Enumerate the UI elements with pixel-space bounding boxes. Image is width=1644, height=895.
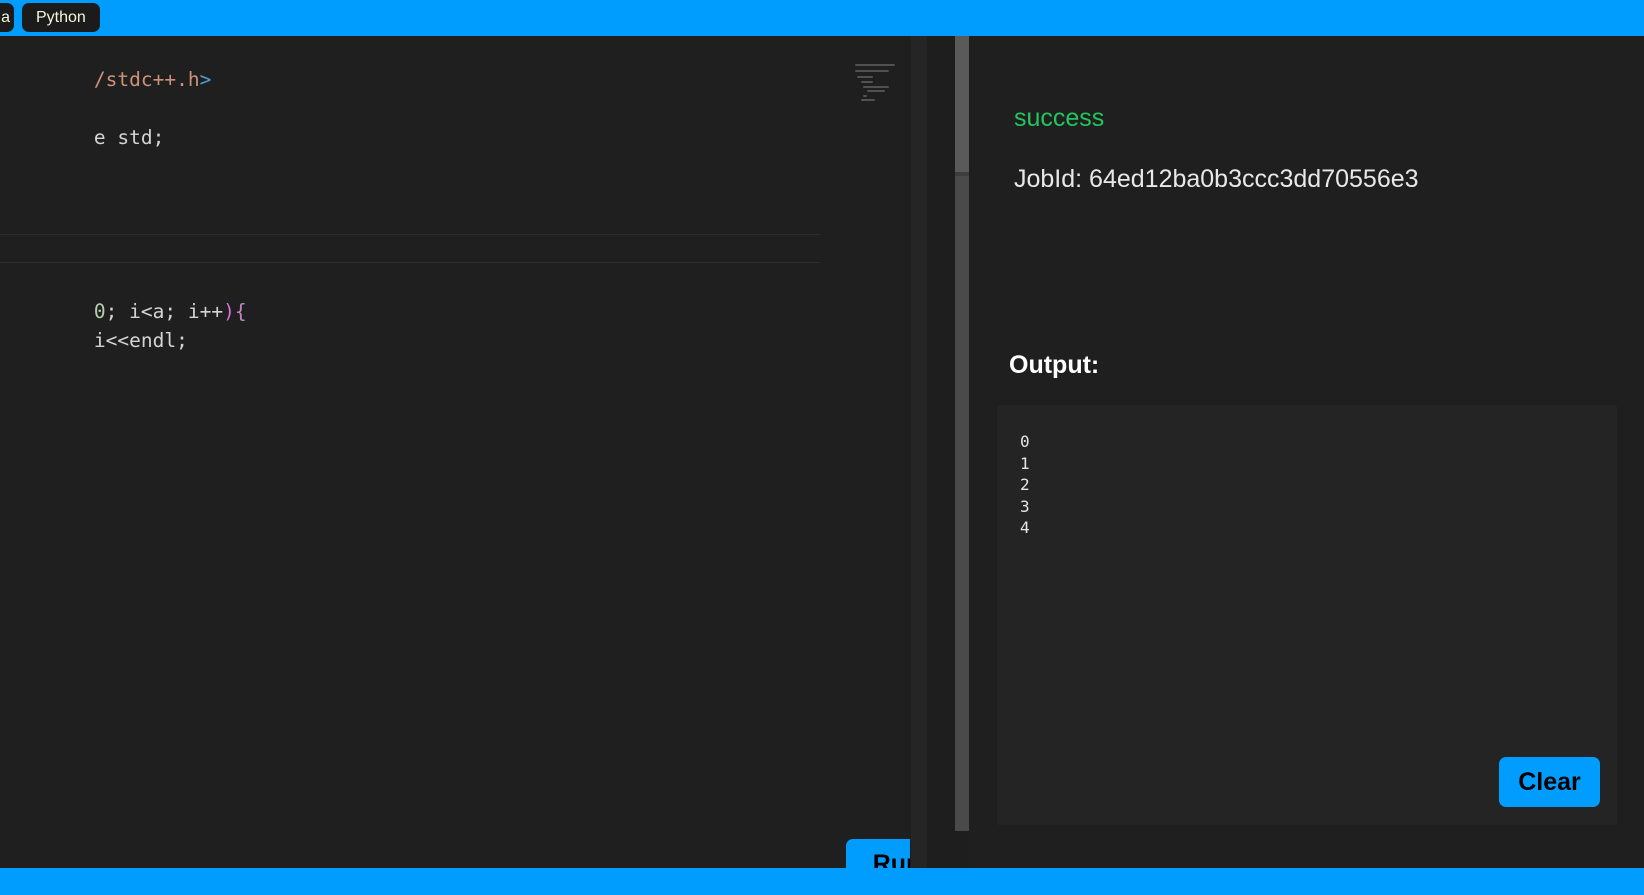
code-line: /stdc++.h> [0, 36, 211, 91]
code-content[interactable]: /stdc++.h> e std; 0; i<a; i++){ i<<endl; [0, 36, 860, 352]
code-token: > [199, 68, 212, 91]
language-tab-clipped[interactable]: a [0, 3, 14, 32]
code-token: i<<endl; [93, 329, 188, 352]
language-tab-python[interactable]: Python [22, 3, 100, 32]
scrollbar-track-lower[interactable] [955, 176, 969, 831]
code-token: /stdc++.h [93, 68, 200, 91]
code-line: e std; [0, 94, 164, 149]
top-bar: a Python [0, 0, 1644, 36]
editor-minimap[interactable] [855, 64, 903, 102]
output-heading: Output: [1009, 351, 1100, 379]
run-button[interactable]: Run [846, 839, 910, 868]
code-editor-pane[interactable]: /stdc++.h> e std; 0; i<a; i++){ i<<endl; [0, 36, 910, 868]
editor-line-separator [0, 234, 820, 235]
status-text: success [1014, 104, 1105, 132]
bottom-bar [0, 868, 1644, 895]
online-compiler-app: a Python /stdc++.h> e std; 0; i<a; i++){… [0, 0, 1644, 895]
result-pane: success JobId: 64ed12ba0b3ccc3dd70556e3 … [969, 36, 1644, 868]
code-line: 0; i<a; i++){ [0, 268, 247, 323]
language-tab-group: a Python [0, 3, 100, 32]
code-line: i<<endl; [0, 297, 188, 352]
output-text: 0 1 2 3 4 [1020, 432, 1030, 537]
pane-splitter-scrollbar[interactable] [955, 36, 969, 831]
scrollbar-thumb[interactable] [955, 36, 969, 172]
editor-vertical-scrollbar[interactable] [911, 36, 927, 868]
editor-line-separator [0, 262, 820, 263]
clear-button[interactable]: Clear [1499, 757, 1600, 807]
job-id-label: JobId: 64ed12ba0b3ccc3dd70556e3 [1014, 165, 1419, 193]
code-token: ) [223, 300, 235, 323]
code-token: { [234, 300, 247, 323]
code-token: e std; [93, 126, 165, 149]
